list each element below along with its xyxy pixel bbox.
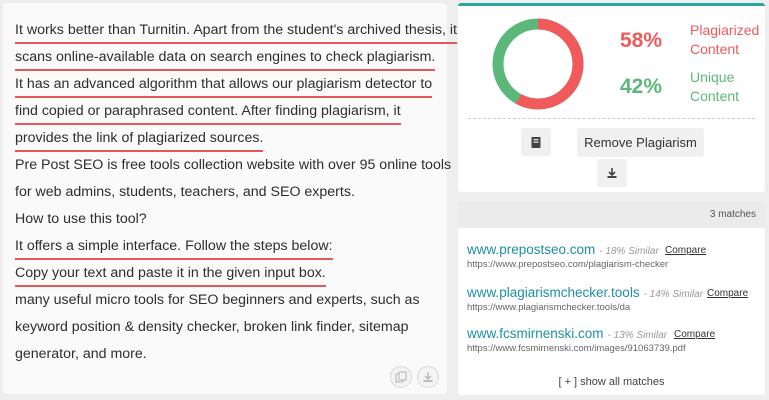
plagiarized-sentence: scans online-available data on search en… bbox=[15, 44, 445, 71]
text-sentence: generator, and more. bbox=[15, 341, 445, 368]
show-all-matches-link[interactable]: [ + ] show all matches bbox=[458, 376, 765, 388]
book-icon[interactable] bbox=[521, 128, 551, 156]
text-sentence: keyword position & density checker, brok… bbox=[15, 314, 445, 341]
copy-icon[interactable] bbox=[390, 366, 412, 388]
match-url: https://www.fcsmirnenski.com/images/9106… bbox=[467, 343, 686, 354]
sentence-text: It has an advanced algorithm that allows… bbox=[15, 76, 433, 98]
match-site-link[interactable]: www.plagiarismchecker.tools bbox=[467, 285, 640, 300]
match-url: https://www.prepostseo.com/plagiarism-ch… bbox=[467, 259, 669, 270]
match-site-link[interactable]: www.prepostseo.com bbox=[467, 242, 595, 257]
match-item: www.fcsmirnenski.com - 13% Similar Compa… bbox=[467, 326, 715, 354]
sentence-text: scans online-available data on search en… bbox=[15, 49, 436, 71]
match-similarity: - 18% Similar bbox=[599, 246, 659, 257]
sentence-text: for web admins, students, teachers, and … bbox=[15, 184, 355, 200]
match-url: https://www.plagiarismchecker.tools/da bbox=[467, 302, 631, 313]
match-item: www.prepostseo.com - 18% Similar Compare… bbox=[467, 242, 706, 270]
sentence-text: Copy your text and paste it in the given… bbox=[15, 265, 326, 287]
sentence-text: Pre Post SEO is free tools collection we… bbox=[15, 157, 452, 173]
unique-label-line2: Content bbox=[690, 88, 740, 104]
match-similarity: - 13% Similar bbox=[607, 330, 667, 341]
text-sentence: Pre Post SEO is free tools collection we… bbox=[15, 152, 451, 179]
plagiarized-sentence: provides the link of plagiarized sources… bbox=[15, 125, 445, 152]
plagiarized-sentence: find copied or paraphrased content. Afte… bbox=[15, 98, 445, 125]
match-site-link[interactable]: www.fcsmirnenski.com bbox=[467, 326, 604, 341]
result-divider bbox=[468, 118, 755, 119]
plagiarized-sentence: Copy your text and paste it in the given… bbox=[15, 260, 445, 287]
matches-card: 3 matches www.prepostseo.com - 18% Simil… bbox=[458, 201, 765, 395]
text-lines: It works better than Turnitin. Apart fro… bbox=[15, 17, 457, 368]
compare-link[interactable]: Compare bbox=[674, 329, 715, 340]
matches-header: 3 matches bbox=[458, 201, 765, 228]
sentence-text: It works better than Turnitin. Apart fro… bbox=[15, 22, 457, 44]
sentence-text: It offers a simple interface. Follow the… bbox=[15, 238, 333, 260]
sentence-text: How to use this tool? bbox=[15, 211, 147, 227]
match-similarity: - 14% Similar bbox=[643, 289, 704, 300]
matches-count: 3 matches bbox=[709, 209, 756, 220]
download-icon[interactable] bbox=[417, 366, 439, 388]
plagiarized-sentence: It works better than Turnitin. Apart fro… bbox=[15, 17, 457, 44]
compare-link[interactable]: Compare bbox=[707, 288, 748, 299]
plagiarized-label-line1: Plagiarized bbox=[690, 22, 760, 38]
sentence-text: keyword position & density checker, brok… bbox=[15, 319, 409, 335]
sentence-text: many useful micro tools for SEO beginner… bbox=[15, 292, 420, 308]
remove-plagiarism-button[interactable]: Remove Plagiarism bbox=[577, 128, 704, 157]
compare-link[interactable]: Compare bbox=[665, 245, 706, 256]
download-icon[interactable] bbox=[597, 159, 627, 187]
plagiarized-percent: 58% bbox=[620, 29, 663, 52]
match-item: www.plagiarismchecker.tools - 14% Simila… bbox=[467, 285, 748, 313]
unique-percent: 42% bbox=[620, 75, 663, 98]
unique-label-line1: Unique bbox=[690, 69, 735, 85]
plagiarized-sentence: It has an advanced algorithm that allows… bbox=[15, 71, 445, 98]
text-sentence: How to use this tool? bbox=[15, 206, 445, 233]
plagiarized-label-line2: Content bbox=[690, 41, 740, 57]
sentence-text: find copied or paraphrased content. Afte… bbox=[15, 103, 401, 125]
text-sentence: for web admins, students, teachers, and … bbox=[15, 179, 445, 206]
text-panel-actions bbox=[390, 366, 439, 388]
text-panel: It works better than Turnitin. Apart fro… bbox=[3, 3, 457, 394]
sentence-text: provides the link of plagiarized sources… bbox=[15, 130, 264, 152]
result-card: 58% Plagiarized Content 42% Unique Conte… bbox=[458, 3, 765, 192]
sentence-text: generator, and more. bbox=[15, 346, 147, 362]
result-donut-chart bbox=[492, 18, 584, 110]
plagiarized-sentence: It offers a simple interface. Follow the… bbox=[15, 233, 445, 260]
text-sentence: many useful micro tools for SEO beginner… bbox=[15, 287, 445, 314]
